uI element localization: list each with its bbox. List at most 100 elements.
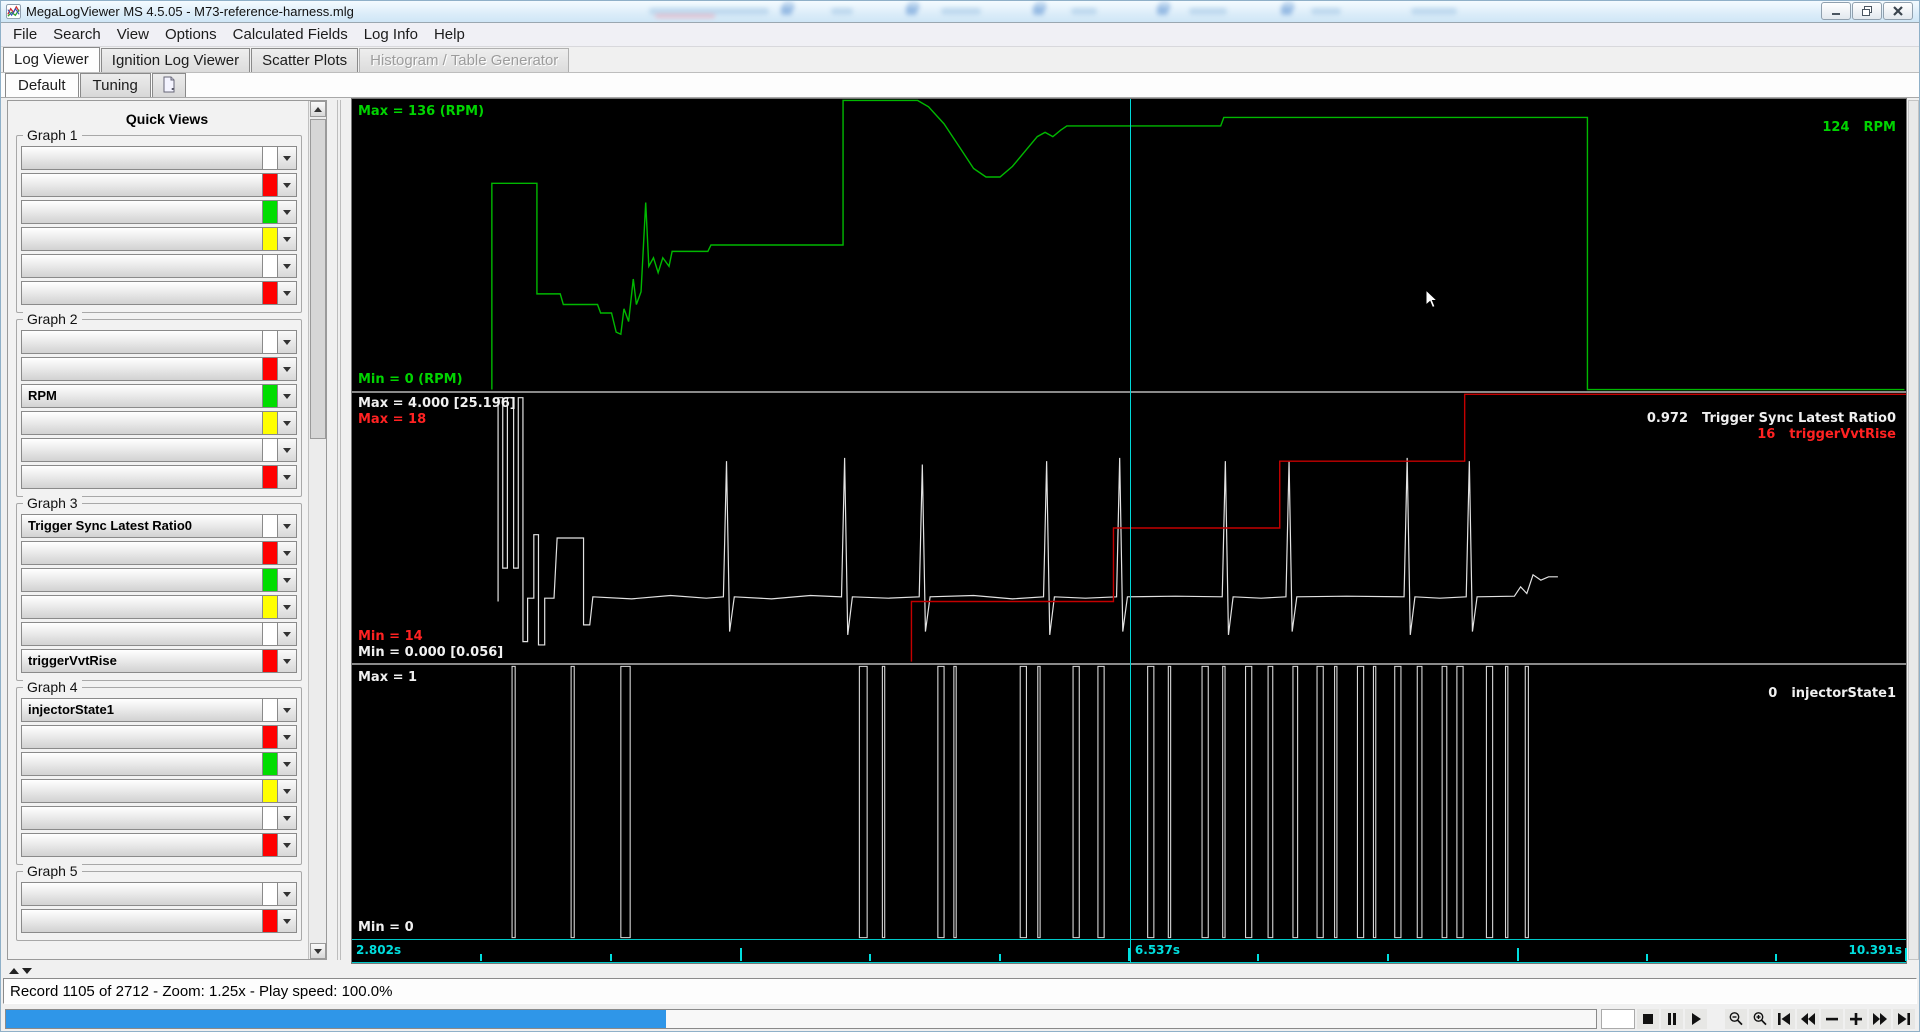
param-combobox[interactable]: RPM <box>22 385 262 407</box>
dropdown-arrow[interactable] <box>277 228 296 250</box>
menu-item-options[interactable]: Options <box>157 24 225 45</box>
zoom-in-button[interactable] <box>1749 1009 1771 1029</box>
param-combobox[interactable] <box>22 623 262 645</box>
rewind-icon <box>1801 1013 1815 1025</box>
param-combobox[interactable] <box>22 255 262 277</box>
dropdown-arrow[interactable] <box>277 780 296 802</box>
param-combobox[interactable]: Trigger Sync Latest Ratio0 <box>22 515 262 537</box>
minimize-button[interactable] <box>1821 2 1851 20</box>
param-combobox[interactable]: injectorState1 <box>22 699 262 721</box>
param-combobox[interactable] <box>22 331 262 353</box>
dropdown-arrow[interactable] <box>277 699 296 721</box>
menu-item-log-info[interactable]: Log Info <box>356 24 426 45</box>
scroll-down-button[interactable] <box>310 943 326 959</box>
dropdown-arrow[interactable] <box>277 466 296 488</box>
dropdown-arrow[interactable] <box>277 255 296 277</box>
skip-end-button[interactable] <box>1893 1009 1915 1029</box>
menu-item-search[interactable]: Search <box>45 24 109 45</box>
rewind-button[interactable] <box>1797 1009 1819 1029</box>
param-combobox[interactable] <box>22 282 262 304</box>
dropdown-arrow[interactable] <box>277 385 296 407</box>
skip-start-button[interactable] <box>1773 1009 1795 1029</box>
graph-scrollbar[interactable] <box>1908 100 1919 960</box>
tab-ignition-log-viewer[interactable]: Ignition Log Viewer <box>100 48 251 72</box>
param-combobox[interactable] <box>22 834 262 856</box>
dropdown-arrow[interactable] <box>277 726 296 748</box>
dropdown-arrow[interactable] <box>277 910 296 932</box>
param-combobox[interactable] <box>22 883 262 905</box>
param-combobox[interactable] <box>22 412 262 434</box>
param-combobox[interactable] <box>22 439 262 461</box>
tab-scatter-plots[interactable]: Scatter Plots <box>251 48 359 72</box>
param-combobox[interactable] <box>22 466 262 488</box>
param-combobox[interactable] <box>22 596 262 618</box>
panel-splitter[interactable] <box>331 100 347 960</box>
param-combobox[interactable] <box>22 201 262 223</box>
param-combobox[interactable] <box>22 569 262 591</box>
dropdown-arrow[interactable] <box>277 834 296 856</box>
splitter-arrows[interactable] <box>9 965 32 977</box>
dropdown-arrow[interactable] <box>277 174 296 196</box>
fast-forward-button[interactable] <box>1869 1009 1891 1029</box>
dropdown-arrow[interactable] <box>277 596 296 618</box>
dropdown-arrow[interactable] <box>277 753 296 775</box>
series-color-chip <box>262 201 277 223</box>
restore-button[interactable] <box>1852 2 1882 20</box>
dropdown-arrow[interactable] <box>277 883 296 905</box>
param-selector-row <box>21 438 297 462</box>
sidebar-scrollbar[interactable] <box>308 101 326 959</box>
zoom-out-button[interactable] <box>1725 1009 1747 1029</box>
param-combobox[interactable]: triggerVvtRise <box>22 650 262 672</box>
menu-item-file[interactable]: File <box>5 24 45 45</box>
dropdown-arrow[interactable] <box>277 439 296 461</box>
param-combobox[interactable] <box>22 147 262 169</box>
scroll-up-button[interactable] <box>310 101 326 117</box>
menu-item-help[interactable]: Help <box>426 24 473 45</box>
param-combobox[interactable] <box>22 542 262 564</box>
stop-button[interactable] <box>1637 1009 1659 1029</box>
view-tab-tuning[interactable]: Tuning <box>79 73 151 97</box>
view-tab-default[interactable]: Default <box>5 73 79 97</box>
dropdown-arrow[interactable] <box>277 358 296 380</box>
timeline-tick <box>1775 954 1778 961</box>
param-combobox[interactable] <box>22 228 262 250</box>
param-combobox[interactable] <box>22 726 262 748</box>
menu-item-calculated-fields[interactable]: Calculated Fields <box>225 24 356 45</box>
scrollbar-thumb[interactable] <box>310 119 326 439</box>
series-color-chip <box>262 753 277 775</box>
param-combobox[interactable] <box>22 174 262 196</box>
play-button[interactable] <box>1685 1009 1707 1029</box>
menu-item-view[interactable]: View <box>109 24 157 45</box>
playback-cursor[interactable] <box>1129 99 1131 963</box>
dropdown-arrow[interactable] <box>277 331 296 353</box>
param-combobox[interactable] <box>22 807 262 829</box>
speed-minus-button[interactable] <box>1821 1009 1843 1029</box>
param-selector-row <box>21 882 297 906</box>
dropdown-arrow[interactable] <box>277 282 296 304</box>
view-tab-bar: Default Tuning <box>1 72 1919 98</box>
dropdown-arrow[interactable] <box>277 650 296 672</box>
dropdown-arrow[interactable] <box>277 201 296 223</box>
graph-group: Graph 5 <box>16 863 302 941</box>
param-combobox[interactable] <box>22 358 262 380</box>
playback-progressbar[interactable] <box>5 1009 1597 1029</box>
transport-spacer <box>1709 1009 1723 1029</box>
speed-plus-button[interactable] <box>1845 1009 1867 1029</box>
pause-button[interactable] <box>1661 1009 1683 1029</box>
param-combobox[interactable] <box>22 780 262 802</box>
dropdown-arrow[interactable] <box>277 542 296 564</box>
close-button[interactable] <box>1883 2 1913 20</box>
new-view-tab[interactable] <box>151 73 186 97</box>
dropdown-arrow[interactable] <box>277 515 296 537</box>
param-combobox[interactable] <box>22 910 262 932</box>
dropdown-arrow[interactable] <box>277 623 296 645</box>
dropdown-arrow[interactable] <box>277 412 296 434</box>
readout-name: injectorState1 <box>1791 686 1896 701</box>
dropdown-arrow[interactable] <box>277 807 296 829</box>
dropdown-arrow[interactable] <box>277 569 296 591</box>
chevron-down-icon <box>283 631 291 637</box>
tab-log-viewer[interactable]: Log Viewer <box>3 47 100 72</box>
dropdown-arrow[interactable] <box>277 147 296 169</box>
chevron-down-icon <box>283 366 291 372</box>
param-combobox[interactable] <box>22 753 262 775</box>
